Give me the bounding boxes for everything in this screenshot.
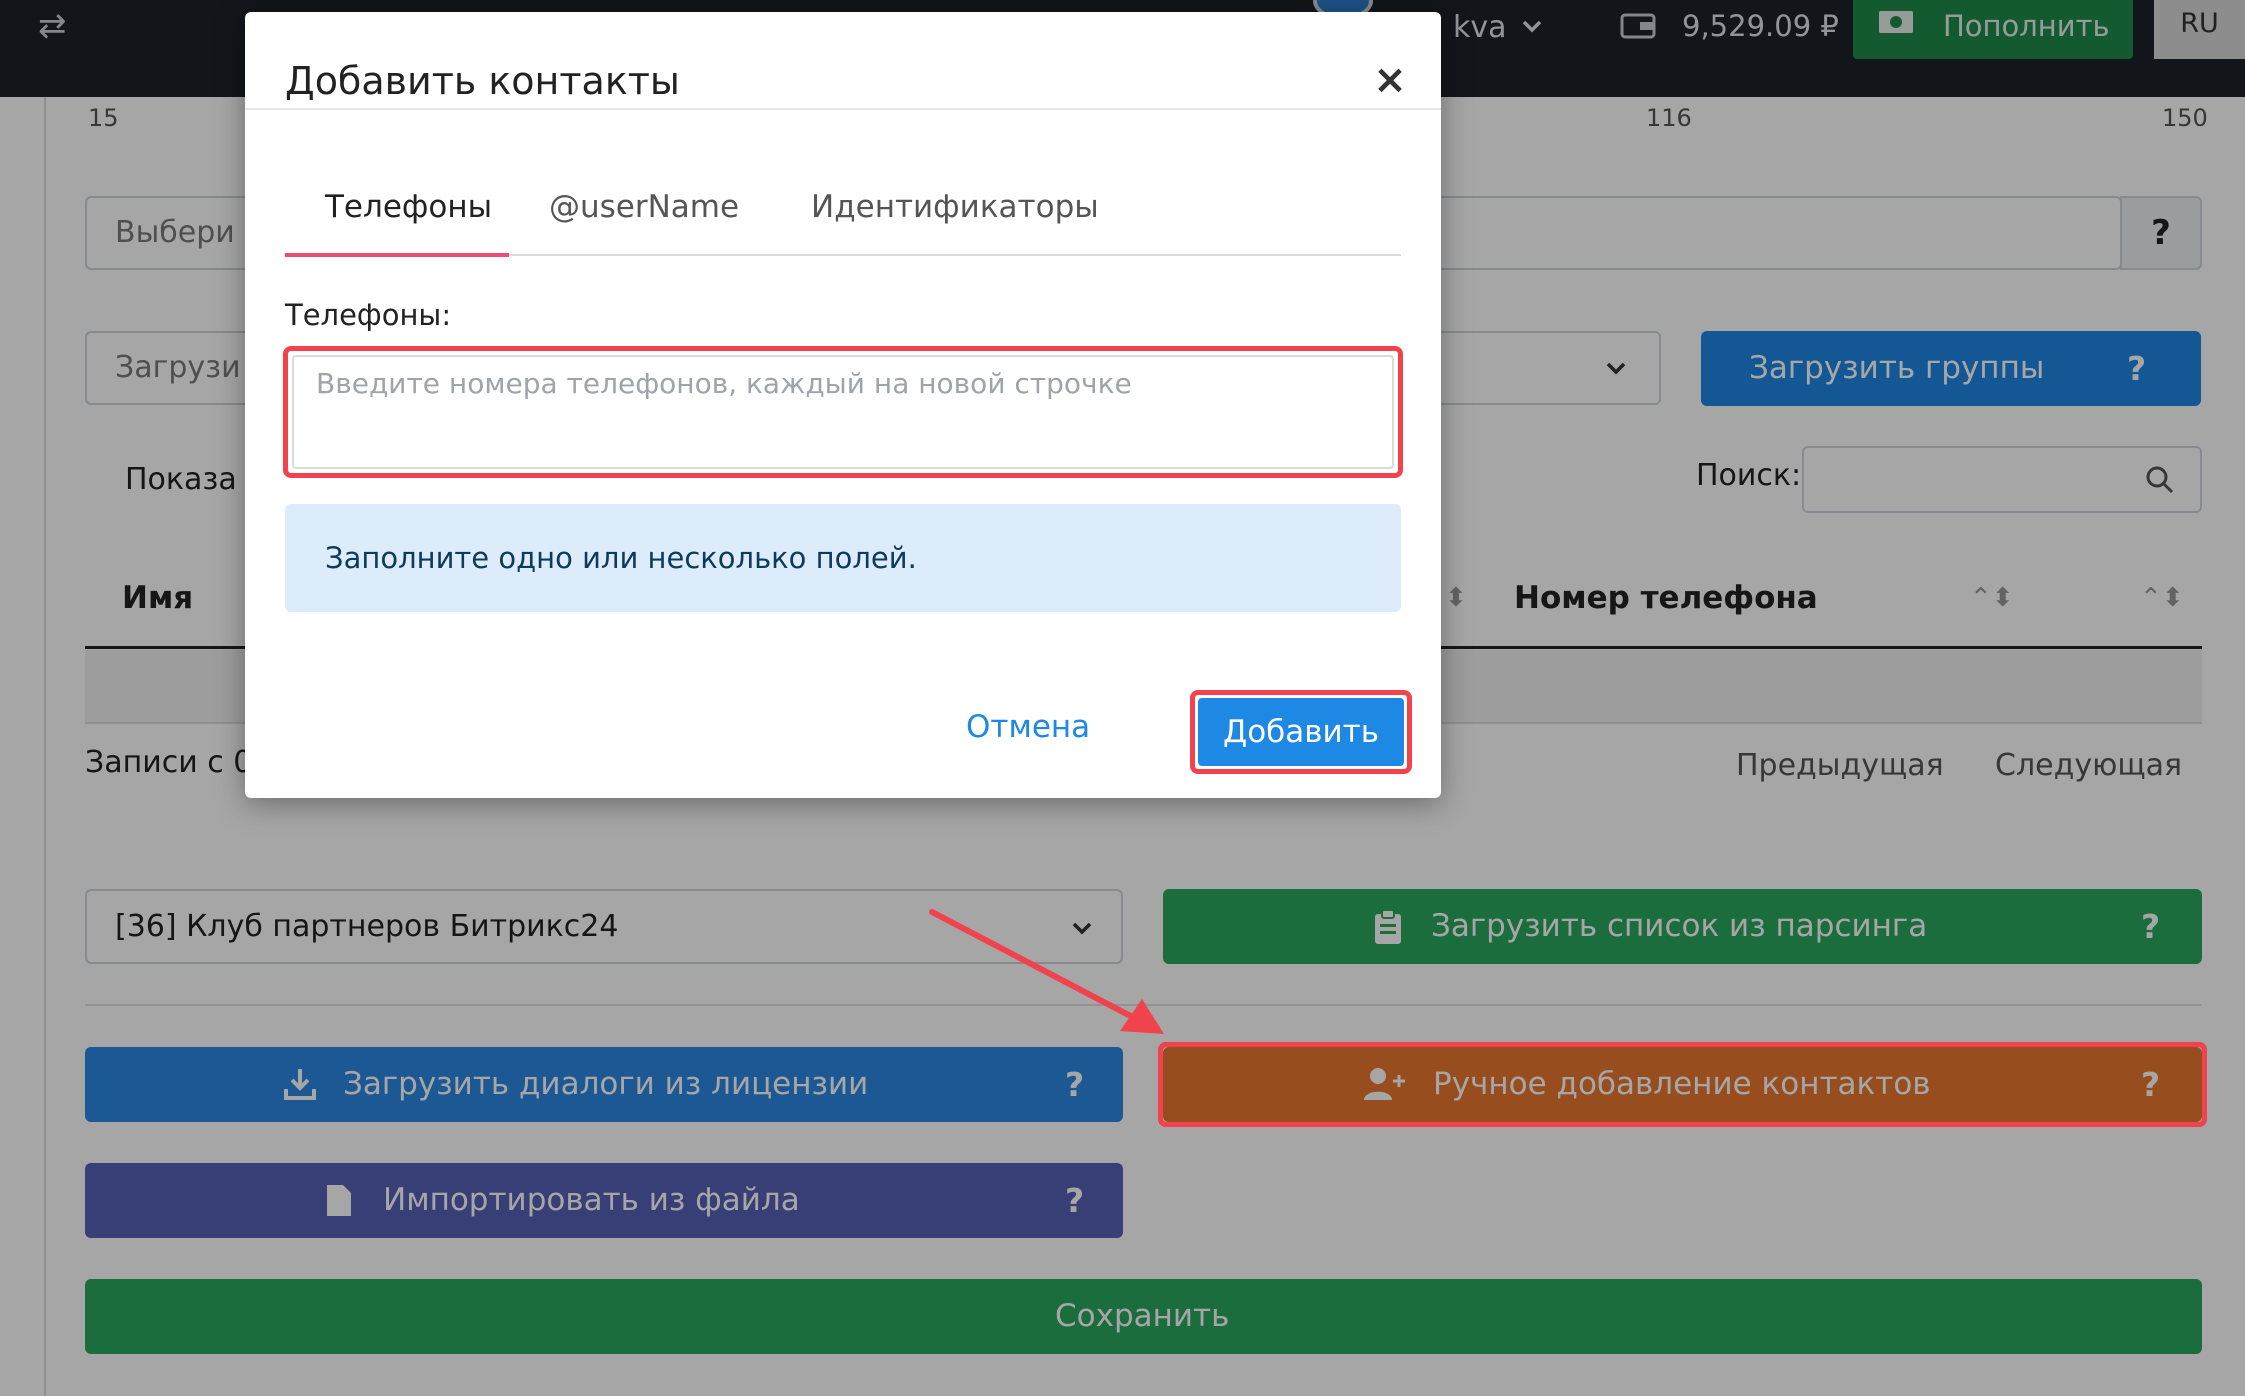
annotation-arrow <box>929 909 1164 1034</box>
phones-label: Телефоны: <box>285 298 452 332</box>
add-button[interactable]: Добавить <box>1198 698 1404 766</box>
alert-text: Заполните одно или несколько полей. <box>325 541 917 575</box>
phones-textarea[interactable] <box>292 355 1394 469</box>
tab-username[interactable]: @userName <box>549 152 739 256</box>
tab-identifiers[interactable]: Идентификаторы <box>811 152 1099 256</box>
phones-highlight <box>283 346 1403 478</box>
tab-phones[interactable]: Телефоны <box>325 152 492 256</box>
modal-header-divider <box>245 108 1441 110</box>
cancel-button[interactable]: Отмена <box>966 702 1090 752</box>
add-contacts-modal: Добавить контакты × Телефоны @userName И… <box>245 12 1441 798</box>
add-highlight: Добавить <box>1190 690 1412 774</box>
info-alert: Заполните одно или несколько полей. <box>285 504 1401 612</box>
modal-title: Добавить контакты <box>285 59 680 103</box>
close-icon[interactable]: × <box>1373 60 1407 100</box>
contact-type-tabs: Телефоны @userName Идентификаторы <box>285 152 1401 257</box>
active-tab-indicator <box>285 253 509 257</box>
manual-add-highlight <box>1158 1042 2207 1127</box>
